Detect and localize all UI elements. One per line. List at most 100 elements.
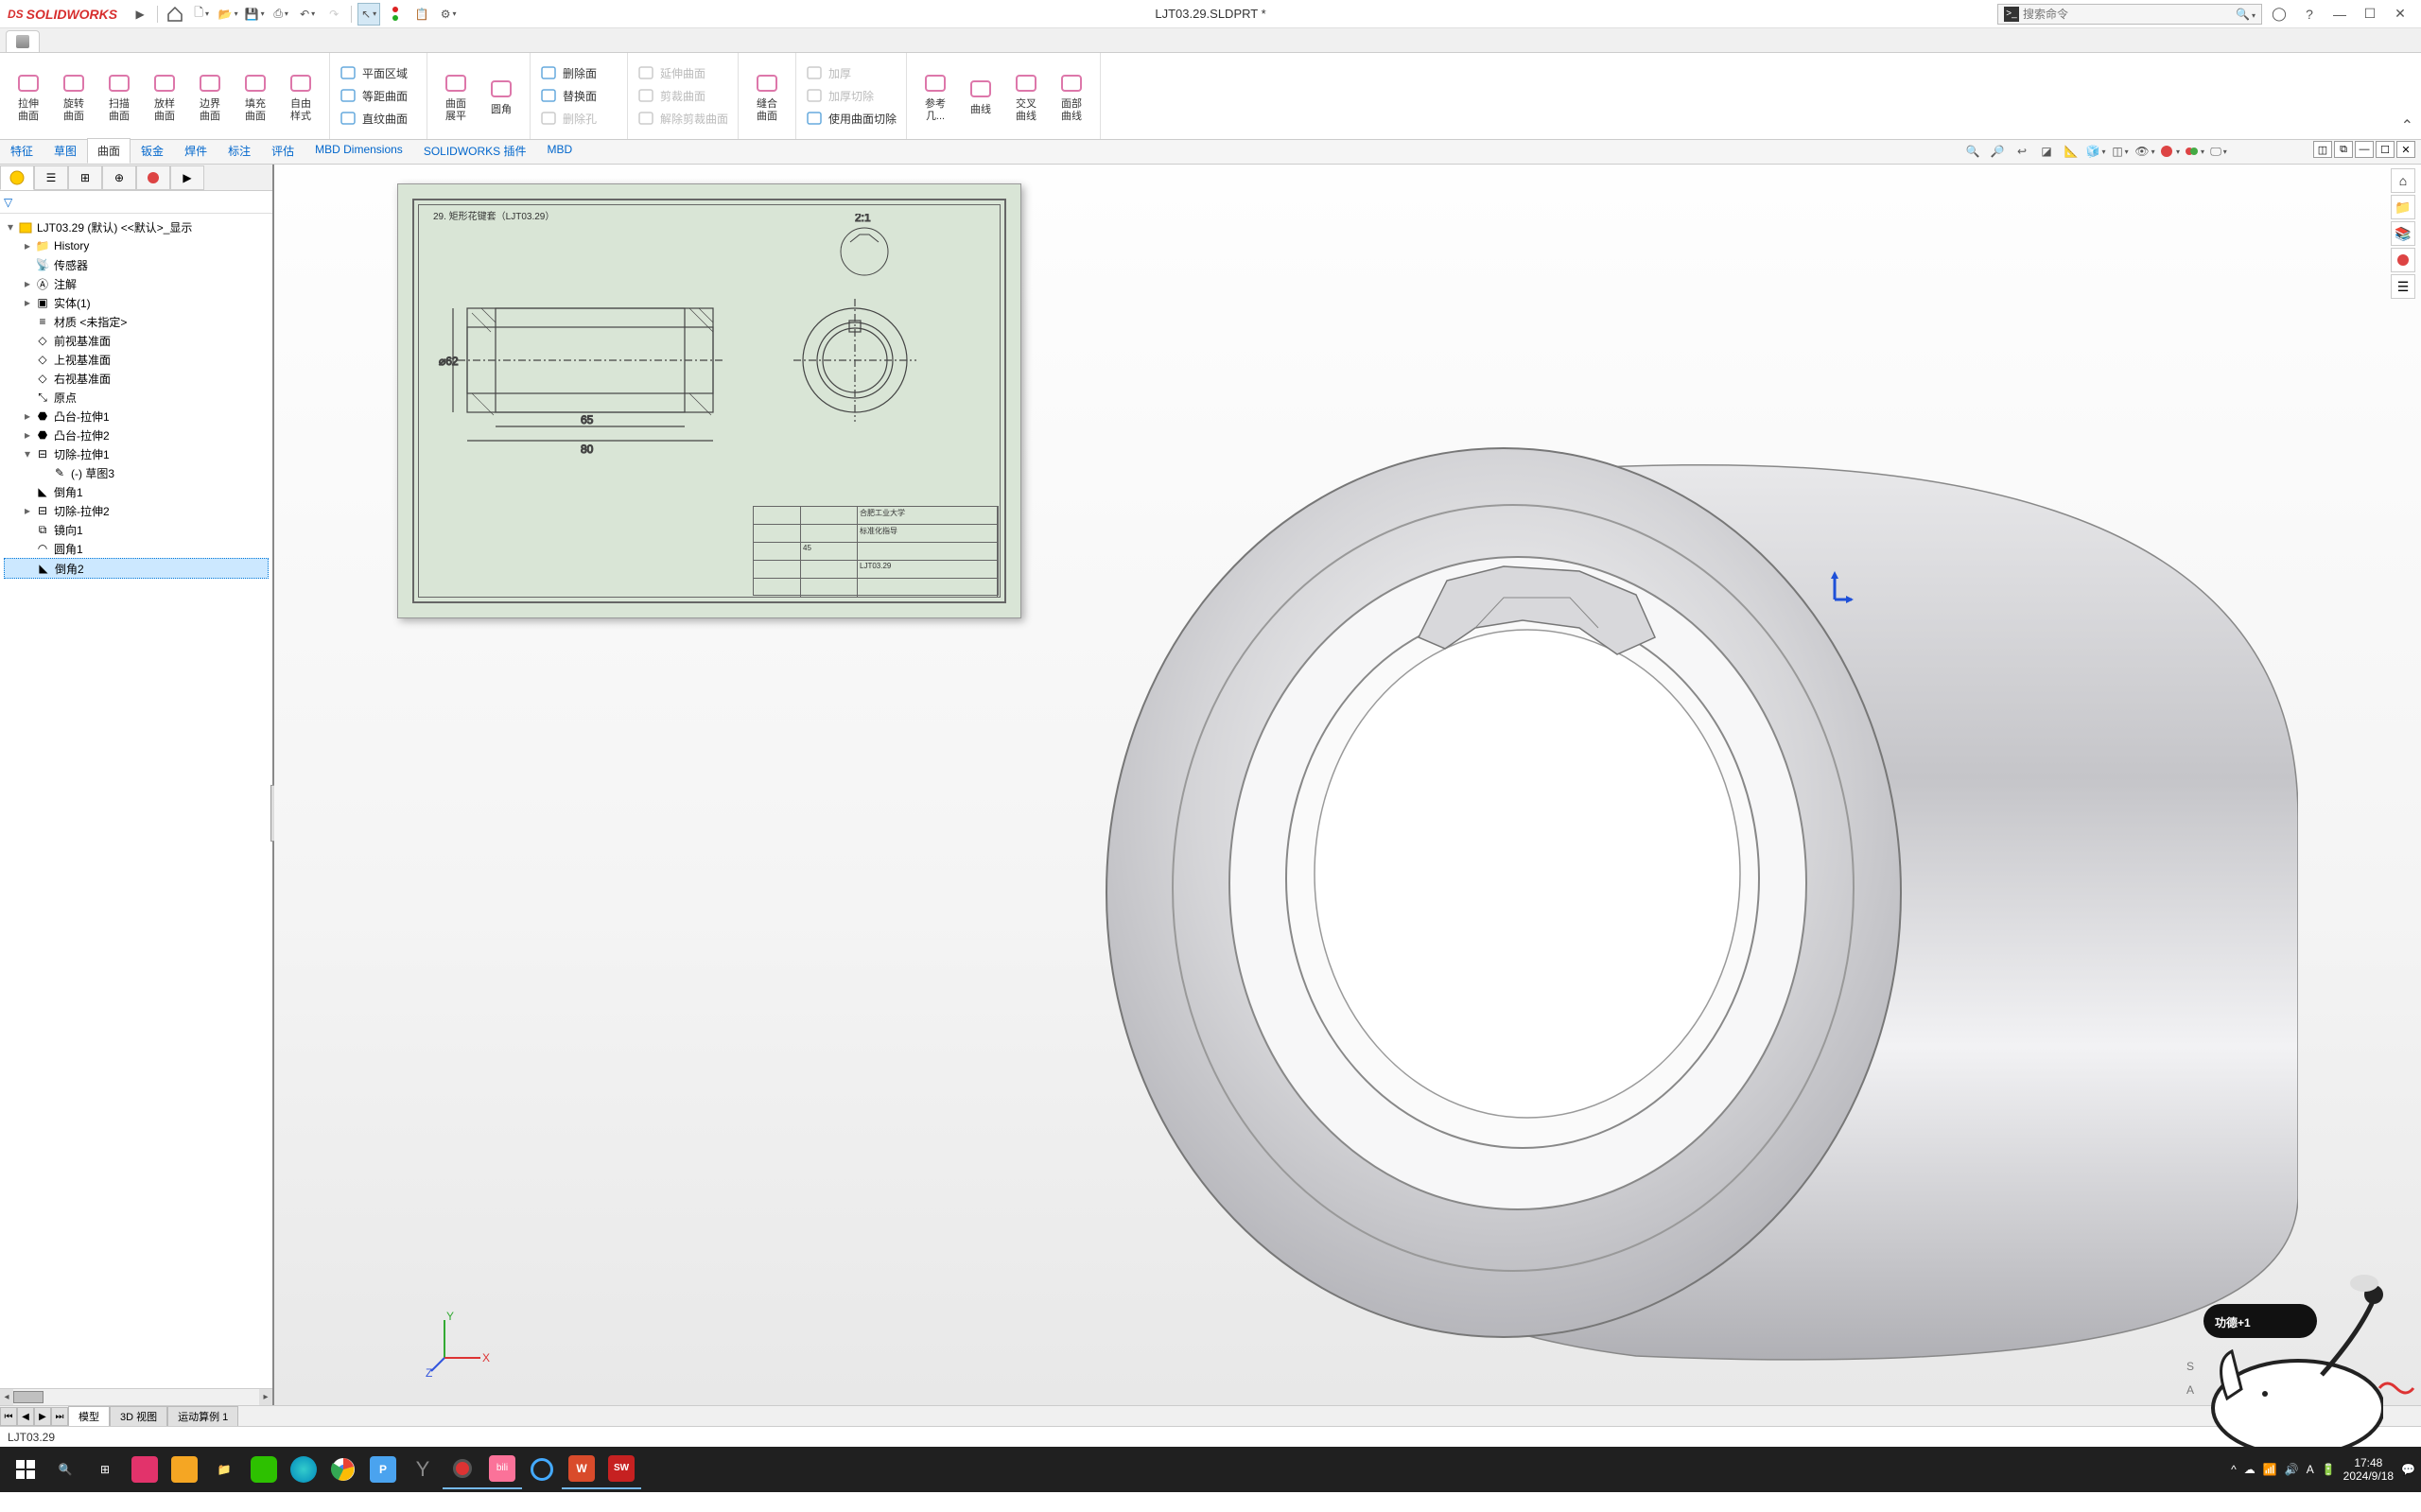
resources-icon[interactable]: 📁 <box>2391 195 2415 219</box>
tab-钣金[interactable]: 钣金 <box>131 138 174 164</box>
search-input[interactable] <box>2023 8 2232 21</box>
config-mgr-tab-icon[interactable]: ⊞ <box>68 165 102 190</box>
ribbon-删除面[interactable]: 删除面 <box>536 62 621 85</box>
app-icon-1[interactable] <box>125 1450 165 1489</box>
ribbon-删除孔[interactable]: 删除孔 <box>536 108 621 130</box>
tray-ime-icon[interactable]: A <box>2307 1463 2314 1476</box>
ribbon-使用曲面切除[interactable]: 使用曲面切除 <box>802 108 900 130</box>
print-icon[interactable]: ⎙ <box>270 3 292 26</box>
dimxpert-tab-icon[interactable]: ⊕ <box>102 165 136 190</box>
file-tab[interactable] <box>6 30 40 52</box>
ribbon-放样曲面[interactable]: 放样 曲面 <box>142 55 187 137</box>
tab-MBD Dimensions[interactable]: MBD Dimensions <box>305 138 413 164</box>
tree-item[interactable]: 📡传感器 <box>4 255 269 274</box>
tree-item[interactable]: ▸⬣凸台-拉伸2 <box>4 426 269 444</box>
tree-item[interactable]: ▾⊟切除-拉伸1 <box>4 444 269 463</box>
notification-icon[interactable]: 💬 <box>2401 1463 2415 1476</box>
tree-item[interactable]: ⤡原点 <box>4 388 269 407</box>
bottom-tab-3D 视图[interactable]: 3D 视图 <box>110 1406 167 1426</box>
ribbon-面部曲线[interactable]: 面部 曲线 <box>1049 55 1094 137</box>
expand-icon[interactable]: ▸ <box>21 428 34 442</box>
vp-tile-icon[interactable]: ◫ <box>2313 141 2332 158</box>
vp-minimize-icon[interactable]: — <box>2355 141 2374 158</box>
ribbon-解除剪裁曲面[interactable]: 解除剪裁曲面 <box>634 108 732 130</box>
new-document-icon[interactable]: 🗋 <box>190 3 213 26</box>
vp-link-icon[interactable]: ⧉ <box>2334 141 2353 158</box>
app-icon-blue[interactable] <box>522 1450 562 1489</box>
scroll-left-icon[interactable]: ◂ <box>0 1389 13 1405</box>
dynamic-annot-icon[interactable]: 📐 <box>2061 141 2081 162</box>
app-icon-2[interactable] <box>165 1450 204 1489</box>
expand-icon[interactable]: ▸ <box>21 277 34 290</box>
tree-item[interactable]: ◇前视基准面 <box>4 331 269 350</box>
view-orientation-icon[interactable]: 🧊 <box>2085 141 2106 162</box>
ribbon-拉伸曲面[interactable]: 拉伸 曲面 <box>6 55 51 137</box>
solidworks-taskbar-icon[interactable]: SW <box>601 1450 641 1489</box>
filter-icon[interactable]: ▽ <box>4 196 12 209</box>
ribbon-扫描曲面[interactable]: 扫描 曲面 <box>96 55 142 137</box>
tree-item[interactable]: ◣倒角1 <box>4 482 269 501</box>
edge-icon[interactable] <box>284 1450 323 1489</box>
tree-item[interactable]: ⧉镜向1 <box>4 520 269 539</box>
ribbon-交叉曲线[interactable]: 交叉 曲线 <box>1003 55 1049 137</box>
ribbon-填充曲面[interactable]: 填充 曲面 <box>233 55 278 137</box>
view-triad-icon[interactable]: Y X Z <box>426 1311 492 1377</box>
start-button-icon[interactable] <box>6 1450 45 1489</box>
home-icon[interactable] <box>164 3 186 26</box>
bottom-tab-运动算例 1[interactable]: 运动算例 1 <box>167 1406 238 1426</box>
search-icon[interactable]: 🔍 <box>2236 8 2256 21</box>
options-icon[interactable]: ⚙ <box>437 3 460 26</box>
expand-icon[interactable]: ▾ <box>4 220 17 234</box>
expand-icon[interactable]: ▸ <box>21 504 34 517</box>
run-macro-icon[interactable]: ▶ <box>129 3 151 26</box>
wps-icon[interactable]: W <box>562 1450 601 1489</box>
ribbon-剪裁曲面[interactable]: 剪裁曲面 <box>634 85 732 108</box>
rebuild-icon[interactable]: 📋 <box>410 3 433 26</box>
bottom-tab-模型[interactable]: 模型 <box>68 1406 110 1426</box>
save-icon[interactable]: 💾 <box>243 3 266 26</box>
3d-viewport[interactable]: 29. 矩形花键套（LJT03.29） <box>274 165 2421 1405</box>
tab-草图[interactable]: 草图 <box>44 138 87 164</box>
tray-battery-icon[interactable]: 🔋 <box>2322 1463 2336 1476</box>
app-icon-y[interactable]: Y <box>403 1450 443 1489</box>
scroll-right-icon[interactable]: ▸ <box>259 1389 272 1405</box>
expand-icon[interactable]: ▾ <box>21 447 34 461</box>
tray-clock[interactable]: 17:48 2024/9/18 <box>2343 1456 2394 1483</box>
panel-hscrollbar[interactable]: ◂ ▸ <box>0 1388 272 1405</box>
design-library-icon[interactable]: 📚 <box>2391 221 2415 246</box>
view-settings-icon[interactable]: 🖵 <box>2208 141 2229 162</box>
tab-特征[interactable]: 特征 <box>0 138 44 164</box>
tab-标注[interactable]: 标注 <box>218 138 261 164</box>
custom-props-icon[interactable]: ☰ <box>2391 274 2415 299</box>
tree-item[interactable]: ▸▣实体(1) <box>4 293 269 312</box>
vp-close-icon[interactable]: ✕ <box>2396 141 2415 158</box>
tree-item[interactable]: ◣倒角2 <box>4 558 269 579</box>
display-mgr-tab-icon[interactable] <box>136 165 170 190</box>
taskview-icon[interactable]: ⊞ <box>85 1450 125 1489</box>
tab-焊件[interactable]: 焊件 <box>174 138 218 164</box>
tray-cloud-icon[interactable]: ☁ <box>2244 1463 2256 1476</box>
maximize-icon[interactable]: ☐ <box>2357 4 2383 25</box>
vp-maximize-icon[interactable]: ☐ <box>2376 141 2395 158</box>
zoom-area-icon[interactable]: 🔎 <box>1987 141 2008 162</box>
zoom-fit-icon[interactable]: 🔍 <box>1962 141 1983 162</box>
user-icon[interactable]: ◯ <box>2266 4 2292 25</box>
ribbon-参考几...[interactable]: 参考 几... <box>913 55 958 137</box>
expand-icon[interactable]: ▸ <box>21 239 34 252</box>
tree-item[interactable]: ✎(-) 草图3 <box>4 463 269 482</box>
expand-icon[interactable]: ▸ <box>21 409 34 423</box>
chrome-icon[interactable] <box>323 1450 363 1489</box>
tab-曲面[interactable]: 曲面 <box>87 138 131 164</box>
minimize-icon[interactable]: — <box>2326 4 2353 25</box>
wechat-icon[interactable] <box>244 1450 284 1489</box>
prev-view-icon[interactable]: ↩ <box>2012 141 2032 162</box>
search-box[interactable]: >_ 🔍 <box>1997 4 2262 25</box>
ribbon-加厚[interactable]: 加厚 <box>802 62 900 85</box>
help-icon[interactable]: ? <box>2296 4 2323 25</box>
section-view-icon[interactable]: ◪ <box>2036 141 2057 162</box>
traffic-light-icon[interactable] <box>384 3 407 26</box>
open-icon[interactable]: 📂 <box>217 3 239 26</box>
ribbon-替换面[interactable]: 替换面 <box>536 85 621 108</box>
ribbon-边界曲面[interactable]: 边界 曲面 <box>187 55 233 137</box>
tree-item[interactable]: ▸Ⓐ注解 <box>4 274 269 293</box>
